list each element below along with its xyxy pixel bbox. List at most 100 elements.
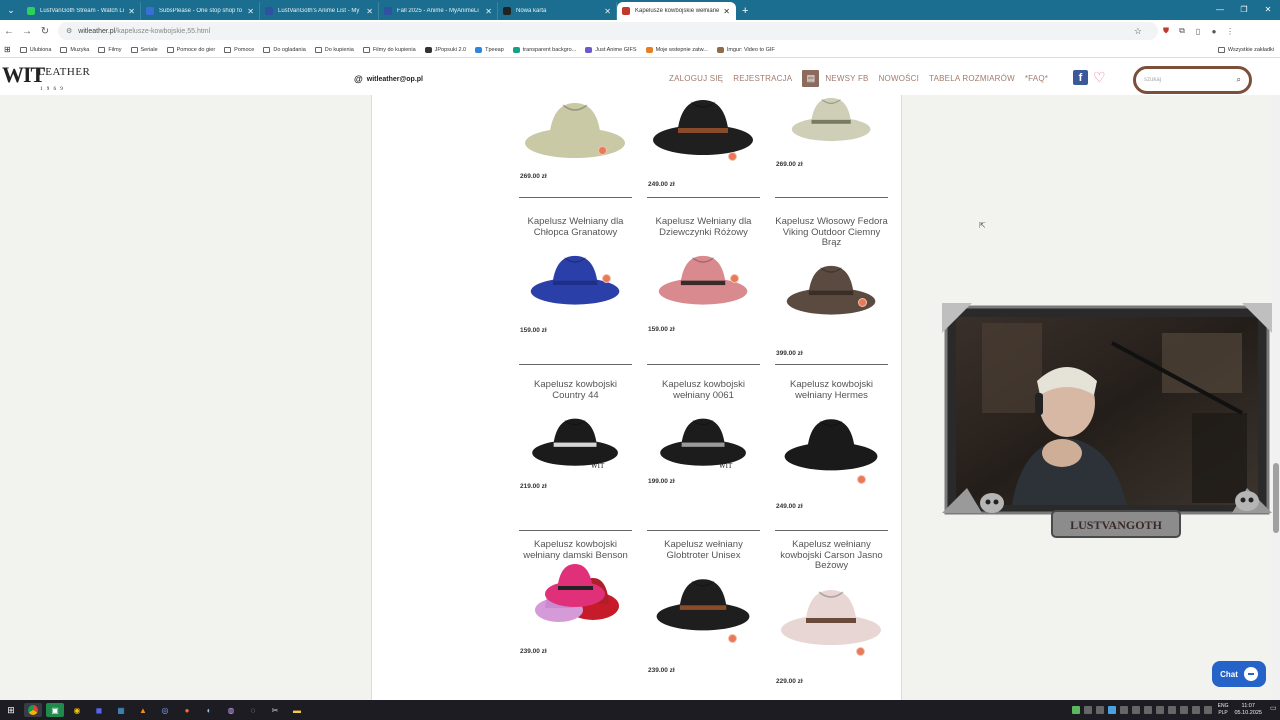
tray-app-icon[interactable] <box>1071 706 1080 714</box>
product-image[interactable] <box>775 95 888 145</box>
bookmark-item[interactable]: Do ogladania <box>263 46 306 53</box>
back-icon[interactable]: ← <box>0 26 18 37</box>
search-icon[interactable]: ⌕ <box>1237 75 1241 85</box>
notifications-icon[interactable]: ▭ <box>1270 704 1277 716</box>
bookmark-item[interactable]: Seriale <box>130 46 158 53</box>
product-image[interactable] <box>519 558 632 628</box>
product-image[interactable] <box>647 247 760 309</box>
product-name[interactable]: Kapelusz kowbojski wełniany 0061 <box>647 379 760 401</box>
tab-search-icon[interactable]: ⌄ <box>2 1 20 19</box>
product-card[interactable]: Kapelusz kowbojski wełniany 0061 WIT 199.0… <box>647 370 760 532</box>
extensions-icon[interactable]: ⧉ <box>1174 26 1190 36</box>
nav-login[interactable]: ZALOGUJ SIĘ <box>669 74 723 83</box>
firefox-icon[interactable]: ● <box>178 703 196 717</box>
page-scrollbar[interactable] <box>1272 95 1280 700</box>
language-indicator[interactable]: ENG PLP <box>1218 703 1229 717</box>
maximize-icon[interactable]: ❐ <box>1232 0 1256 20</box>
wishlist-badge-icon[interactable] <box>729 153 736 160</box>
tab-close-icon[interactable]: ✕ <box>485 7 492 16</box>
browser-tab[interactable]: Fall 2025 - Anime - MyAnimeLi ✕ <box>379 2 498 20</box>
product-card[interactable]: 269.00 zł <box>519 95 632 199</box>
snipping-tool-icon[interactable]: ✂ <box>266 703 284 717</box>
tray-app-icon[interactable] <box>1191 706 1200 714</box>
product-image[interactable] <box>775 580 888 650</box>
browser-tab[interactable]: Kapelusze kowbojskie wełniane ✕ <box>617 2 736 20</box>
product-card[interactable]: Kapelusz kowbojski wełniany Hermes 249.00… <box>775 370 888 532</box>
product-card[interactable]: Kapelusz Wełniany dla Dziewczynki Różowy… <box>647 207 760 366</box>
product-card[interactable]: Kapelusz Wełniany dla Chłopca Granatowy 1… <box>519 207 632 366</box>
bookmark-item[interactable]: Tpeeap <box>475 46 504 53</box>
new-tab-icon[interactable]: + <box>742 2 748 20</box>
product-name[interactable]: Kapelusz wełniany Globtroter Unisex <box>647 539 760 561</box>
product-card[interactable]: Kapelusz kowbojski Country 44 WIT 219.00 z… <box>519 370 632 532</box>
product-image[interactable] <box>647 570 760 635</box>
wishlist-badge-icon[interactable] <box>599 147 606 154</box>
tray-app-icon[interactable] <box>1095 706 1104 714</box>
minimize-icon[interactable]: — <box>1208 0 1232 20</box>
wishlist-badge-icon[interactable] <box>729 635 736 642</box>
product-card[interactable]: 249.00 zł <box>647 95 760 199</box>
product-card[interactable]: 269.00 zł <box>775 95 888 199</box>
steam-icon[interactable]: ◐ <box>200 703 218 717</box>
product-name[interactable]: Kapelusz kowbojski wełniany Hermes <box>775 379 888 401</box>
tray-app-icon[interactable] <box>1107 706 1116 714</box>
product-name[interactable]: Kapelusz Wełniany dla Chłopca Granatowy <box>519 216 632 238</box>
wishlist-heart-icon[interactable]: ♡ <box>1093 69 1106 86</box>
apps-grid-icon[interactable]: ⊞ <box>4 45 11 54</box>
product-name[interactable]: Kapelusz kowbojski Country 44 <box>519 379 632 401</box>
tab-close-icon[interactable]: ✕ <box>366 7 373 16</box>
browser-tab[interactable]: LustVanGoth Stream - Watch Li ✕ <box>22 2 141 20</box>
product-image[interactable] <box>775 257 888 319</box>
contact-email[interactable]: @ witleather@op.pl <box>354 74 423 84</box>
tab-close-icon[interactable]: ✕ <box>128 7 135 16</box>
obs-icon[interactable]: ◍ <box>222 703 240 717</box>
wishlist-badge-icon[interactable] <box>731 275 738 282</box>
wishlist-badge-icon[interactable] <box>603 275 610 282</box>
file-explorer-icon[interactable]: ▬ <box>288 703 306 717</box>
clock[interactable]: 11:07 05.10.2025 <box>1234 703 1262 717</box>
bookmark-item[interactable]: Just Anime GIFS <box>585 46 637 53</box>
bookmark-item[interactable]: Imgur: Video to GIF <box>716 46 775 53</box>
tab-close-icon[interactable]: ✕ <box>723 7 730 16</box>
product-name[interactable]: Kapelusz wełniany kowbojski Carson Jasno… <box>775 539 888 572</box>
product-card[interactable]: Kapelusz wełniany kowbojski Carson Jasno… <box>775 530 888 700</box>
address-bar[interactable]: ⚙ witleather.pl/kapelusze-kowbojskie,55.… <box>58 22 1158 40</box>
tray-app-icon[interactable] <box>1155 706 1164 714</box>
wishlist-badge-icon[interactable] <box>858 476 865 483</box>
close-window-icon[interactable]: ✕ <box>1256 0 1280 20</box>
product-image[interactable] <box>519 410 632 470</box>
tray-app-icon[interactable] <box>1203 706 1212 714</box>
bookmark-item[interactable]: Pomoce <box>224 46 254 53</box>
nav-register[interactable]: REJESTRACJA <box>733 74 792 83</box>
tray-app-icon[interactable] <box>1179 706 1188 714</box>
bookmark-item[interactable]: Filmy do kupienia <box>362 46 416 53</box>
bookmark-item[interactable]: Moje wstepnie zatw... <box>645 46 708 53</box>
windows-start-icon[interactable]: ⊞ <box>2 703 20 717</box>
product-image[interactable] <box>519 95 632 163</box>
product-name[interactable]: Kapelusz Wełniany dla Dziewczynki Różowy <box>647 216 760 238</box>
tray-app-icon[interactable] <box>1083 706 1092 714</box>
browser-tab[interactable]: Nowa karta ✕ <box>498 2 617 20</box>
tray-app-icon[interactable] <box>1167 706 1176 714</box>
nav-size-chart[interactable]: TABELA ROZMIARÓW <box>929 74 1015 83</box>
tray-app-icon[interactable] <box>1143 706 1152 714</box>
chat-button[interactable]: Chat <box>1212 661 1266 687</box>
terminal-app-icon[interactable]: ▣ <box>46 703 64 717</box>
all-bookmarks-folder[interactable]: Wszystkie zakładki <box>1217 46 1274 53</box>
vlc-icon[interactable]: ▲ <box>134 703 152 717</box>
bookmark-item[interactable]: JPopsuki 2.0 <box>424 46 466 53</box>
bookmark-item[interactable]: Do kupienia <box>314 46 354 53</box>
product-image[interactable] <box>647 410 760 470</box>
scrollbar-thumb[interactable] <box>1273 463 1279 533</box>
reload-icon[interactable]: ↻ <box>36 26 54 37</box>
extension-shield-icon[interactable]: ⛊ <box>1158 26 1174 36</box>
tray-app-icon[interactable] <box>1119 706 1128 714</box>
browser-menu-icon[interactable]: ⋮ <box>1222 27 1238 36</box>
discord-icon[interactable]: ◼ <box>90 703 108 717</box>
wishlist-badge-icon[interactable] <box>857 648 864 655</box>
product-card[interactable]: Kapelusz wełniany Globtroter Unisex 239.0… <box>647 530 760 700</box>
witleather-logo[interactable]: WIT LEATHER 1 9 6 9 <box>2 62 112 92</box>
search-input[interactable] <box>1144 77 1232 83</box>
bookmark-star-icon[interactable]: ☆ <box>1134 26 1142 37</box>
sidebar-icon[interactable]: ▯ <box>1190 27 1206 36</box>
